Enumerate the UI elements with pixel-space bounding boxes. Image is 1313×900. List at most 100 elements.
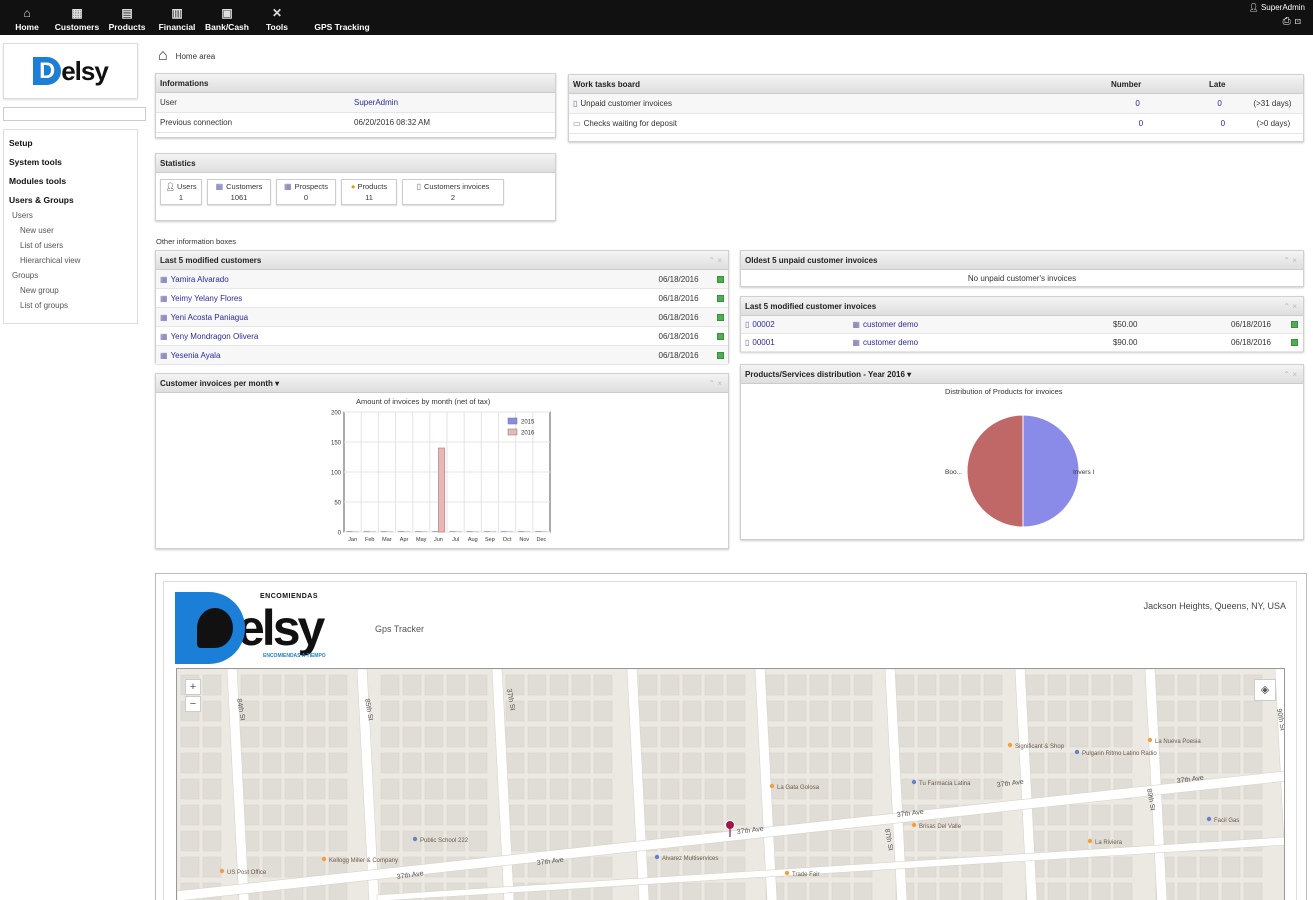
building	[549, 726, 569, 748]
status-icon	[717, 351, 724, 359]
menu-products[interactable]: ▤ Products	[102, 0, 152, 35]
place-marker	[911, 822, 917, 828]
pie-label: Invers I	[1073, 469, 1095, 476]
stat-tile-products[interactable]: ● Products 11	[341, 179, 397, 205]
menu-users-groups[interactable]: Users & Groups	[9, 195, 133, 205]
menu-setup[interactable]: Setup	[9, 138, 133, 148]
menu-gps-tracking[interactable]: GPS Tracking	[302, 0, 382, 35]
building	[549, 830, 569, 852]
bar	[500, 531, 508, 532]
building	[505, 752, 525, 774]
menu-bank-cash[interactable]: ▣ Bank/Cash	[202, 0, 252, 35]
building	[262, 804, 282, 826]
place-marker	[1087, 838, 1093, 844]
stat-tile-prospects[interactable]: ▦ Prospects 0	[276, 179, 336, 205]
dropdown-icon[interactable]: ▾	[907, 370, 911, 379]
building	[380, 778, 400, 800]
building	[787, 804, 807, 826]
building	[787, 726, 807, 748]
building	[831, 674, 851, 696]
bar	[363, 531, 370, 532]
building	[939, 882, 959, 900]
menu-users[interactable]: Users	[9, 211, 133, 220]
place-label: Kellogg Miller & Company	[329, 858, 398, 864]
menu-list-groups[interactable]: List of groups	[9, 301, 133, 310]
x-tick-label: Oct	[503, 537, 512, 543]
box-controls[interactable]: ⌃ ×	[1283, 302, 1297, 311]
task-row: ▭ Checks waiting for deposit 0 0 (>0 day…	[569, 114, 1303, 134]
box-header: Work tasks board Number Late	[569, 75, 1303, 94]
top-menu: ⌂ Home ▦ Customers ▤ Products ▥ Financial ▣ B…	[0, 0, 1313, 35]
menu-system-tools[interactable]: System tools	[9, 157, 133, 167]
place-marker	[769, 783, 775, 789]
box-controls[interactable]: ⌃ ×	[708, 256, 722, 265]
menu-new-group[interactable]: New group	[9, 286, 133, 295]
menu-home[interactable]: ⌂ Home	[2, 0, 52, 35]
building	[961, 752, 981, 774]
building	[446, 752, 466, 774]
building	[424, 804, 444, 826]
box-header: Last 5 modified customers ⌃ ×	[156, 251, 728, 270]
building	[380, 700, 400, 722]
menu-modules-tools[interactable]: Modules tools	[9, 176, 133, 186]
menu-hierarchical-view[interactable]: Hierarchical view	[9, 256, 133, 265]
stat-tile-users[interactable]: 👤︎ Users 1	[160, 179, 202, 205]
box-controls[interactable]: ⌃ ×	[1283, 370, 1297, 379]
tools-icon: ✕	[271, 6, 283, 20]
layers-button[interactable]: ◈	[1254, 679, 1276, 701]
y-tick-label: 100	[331, 471, 342, 477]
logout-icon[interactable]: ⊡	[1295, 16, 1305, 27]
menu-groups[interactable]: Groups	[9, 271, 133, 280]
menu-list-users[interactable]: List of users	[9, 241, 133, 250]
company-logo[interactable]: Delsy	[3, 43, 138, 99]
financial-icon: ▥	[171, 6, 183, 20]
zoom-out-button[interactable]: −	[185, 696, 201, 712]
menu-new-user[interactable]: New user	[9, 226, 133, 235]
place-marker	[654, 854, 660, 860]
building	[527, 726, 547, 748]
building	[704, 778, 724, 800]
building	[939, 674, 959, 696]
stat-tile-customer-invoices[interactable]: ▯ Customers invoices 2	[402, 179, 504, 205]
legend-label: 2015	[521, 420, 535, 426]
x-tick-label: Dec	[537, 537, 547, 543]
building	[549, 674, 569, 696]
dropdown-icon[interactable]: ▾	[275, 379, 279, 388]
menu-tools[interactable]: ✕ Tools	[252, 0, 302, 35]
building	[549, 778, 569, 800]
building	[180, 778, 200, 800]
menu-financial[interactable]: ▥ Financial	[152, 0, 202, 35]
building	[328, 700, 348, 722]
bar	[386, 531, 394, 532]
map[interactable]: 37th Ave 37th Ave 37th Ave 37th Ave 37th Ave…	[176, 668, 1285, 900]
box-controls[interactable]: ⌃ ×	[1283, 256, 1297, 265]
building	[765, 700, 785, 722]
building	[1243, 856, 1263, 878]
building	[1091, 674, 1111, 696]
building	[1091, 856, 1111, 878]
box-controls[interactable]: ⌃ ×	[708, 379, 722, 388]
zoom-in-button[interactable]: +	[185, 679, 201, 695]
building	[593, 804, 613, 826]
place-marker	[1007, 742, 1013, 748]
building	[402, 700, 422, 722]
invoice-icon: ▯	[416, 182, 421, 191]
status-icon	[717, 294, 724, 302]
search-input[interactable]	[3, 107, 146, 121]
print-icon[interactable]: ⎙	[1283, 16, 1295, 27]
building	[704, 752, 724, 774]
menu-customers[interactable]: ▦ Customers	[52, 0, 102, 35]
building	[593, 778, 613, 800]
building	[1069, 726, 1089, 748]
map-canvas[interactable]: 37th Ave37th Ave37th Ave37th Ave37th Ave…	[177, 669, 1285, 900]
statistics-box: Statistics 👤︎ Users 1 ▦ Customers 1061 ▦ Pro…	[155, 153, 556, 221]
box-header: Customer invoices per month ▾ ⌃ ×	[156, 374, 728, 393]
user-link-value[interactable]: SuperAdmin	[354, 98, 398, 107]
place-label: Significant & Shop	[1015, 744, 1065, 750]
user-link[interactable]: 👤︎ SuperAdmin	[1249, 3, 1305, 12]
building	[1113, 856, 1133, 878]
stat-tile-customers[interactable]: ▦ Customers 1061	[207, 179, 271, 205]
box-header: Informations	[156, 74, 555, 93]
info-row-user: User SuperAdmin	[156, 93, 555, 113]
building	[1047, 700, 1067, 722]
